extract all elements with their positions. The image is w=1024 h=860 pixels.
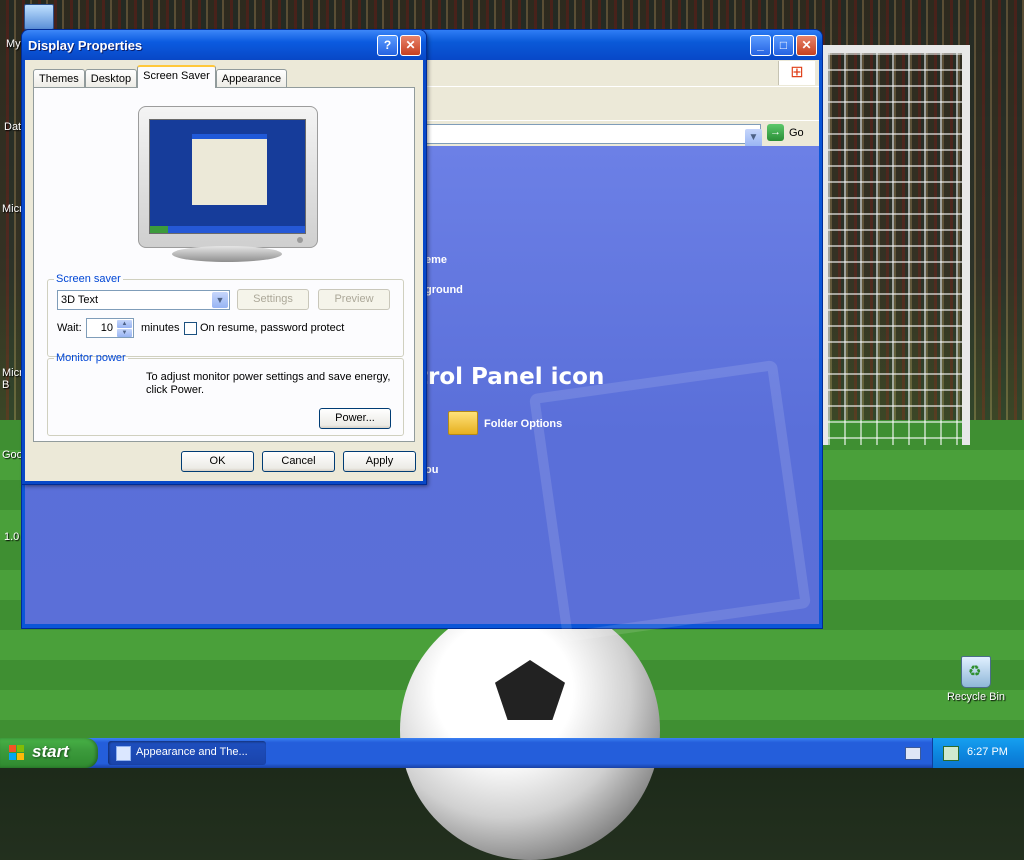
screen-saver-panel: Screen saver 3D Text ▼ Settings Preview … — [33, 87, 415, 442]
dialog-title: Display Properties — [28, 38, 143, 53]
preview-mini-start — [150, 226, 168, 233]
desktop-wallpaper-ball — [400, 600, 660, 860]
cancel-button[interactable]: Cancel — [262, 451, 335, 472]
monitor-stand — [172, 246, 282, 262]
ok-button[interactable]: OK — [181, 451, 254, 472]
dialog-body: Themes Desktop Screen Saver Appearance S… — [25, 60, 423, 481]
desktop-wallpaper-goal — [820, 45, 970, 445]
screen-saver-selected: 3D Text — [61, 294, 99, 306]
chevron-down-icon[interactable]: ▼ — [212, 292, 228, 308]
recycle-bin[interactable]: Recycle Bin — [944, 656, 1008, 703]
tab-screen-saver[interactable]: Screen Saver — [137, 65, 216, 88]
screen-saver-group-label: Screen saver — [56, 273, 121, 285]
task-link-partial[interactable]: ou — [425, 464, 438, 476]
go-label: Go — [789, 126, 804, 139]
task-link-theme[interactable]: eme — [425, 254, 447, 266]
maximize-button[interactable]: □ — [773, 35, 794, 56]
tab-strip: Themes Desktop Screen Saver Appearance — [33, 65, 288, 88]
power-button[interactable]: Power... — [319, 408, 391, 429]
task-link-background[interactable]: ground — [425, 284, 463, 296]
tab-appearance[interactable]: Appearance — [215, 69, 288, 88]
clock[interactable]: 6:27 PM — [967, 746, 1008, 758]
monitor-power-description: To adjust monitor power settings and sav… — [146, 371, 391, 396]
address-dropdown-icon[interactable]: ▼ — [745, 129, 762, 147]
wait-label: Wait: — [57, 322, 82, 334]
desktop-icon-label[interactable]: 1.0 — [4, 531, 19, 543]
tab-themes[interactable]: Themes — [33, 69, 85, 88]
monitor-power-led-icon — [297, 237, 303, 243]
dialog-title-bar[interactable]: Display Properties ? ✕ — [22, 30, 426, 60]
system-tray: 6:27 PM — [932, 738, 1024, 768]
wait-minutes-spinner[interactable]: 10 ▲ ▼ — [86, 318, 134, 338]
password-protect-label[interactable]: On resume, password protect — [200, 322, 344, 334]
taskbar-window-label: Appearance and The... — [136, 746, 248, 758]
windows-logo-icon: ⊞ — [778, 61, 815, 85]
recycle-bin-label: Recycle Bin — [946, 691, 1006, 703]
desktop-icon-label[interactable]: Dat — [4, 121, 21, 133]
start-label: start — [32, 742, 69, 761]
preview-mini-taskbar — [150, 226, 305, 233]
control-panel-icon — [116, 746, 131, 761]
display-properties-dialog: Display Properties ? ✕ Themes Desktop Sc… — [22, 30, 426, 484]
taskbar-window-button[interactable]: Appearance and The... — [108, 741, 266, 765]
wait-value: 10 — [100, 322, 113, 334]
desktop-icon-label[interactable]: My — [6, 38, 21, 50]
my-computer-icon[interactable] — [24, 4, 54, 30]
recycle-bin-icon — [961, 656, 991, 688]
control-panel-watermark-icon — [528, 359, 812, 643]
monitor-preview — [138, 106, 318, 248]
spinner-arrows-icon[interactable]: ▲ ▼ — [117, 320, 132, 337]
pick-control-panel-heading: trol Panel icon — [417, 364, 605, 390]
preview-button[interactable]: Preview — [318, 289, 390, 310]
windows-flag-icon — [9, 745, 26, 761]
password-protect-checkbox[interactable] — [184, 322, 197, 335]
network-icon[interactable] — [943, 746, 959, 761]
preview-mini-window — [192, 134, 267, 205]
folder-options-link[interactable]: Folder Options — [484, 418, 562, 430]
help-button[interactable]: ? — [377, 35, 398, 56]
tab-desktop[interactable]: Desktop — [84, 69, 138, 88]
explorer-close-button[interactable]: ✕ — [796, 35, 817, 56]
go-button[interactable]: → Go — [767, 124, 804, 141]
monitor-preview-screen — [149, 119, 306, 234]
taskbar: start Appearance and The... 6:27 PM — [0, 738, 1024, 768]
keyboard-icon[interactable] — [905, 747, 921, 760]
start-button[interactable]: start — [0, 738, 98, 768]
monitor-power-group-label: Monitor power — [56, 352, 126, 364]
desktop-icon-label[interactable]: Goo — [2, 449, 23, 461]
folder-options-icon[interactable] — [448, 411, 478, 435]
settings-button[interactable]: Settings — [237, 289, 309, 310]
go-arrow-icon: → — [767, 124, 784, 141]
dialog-close-button[interactable]: ✕ — [400, 35, 421, 56]
minutes-label: minutes — [141, 322, 180, 334]
screen-saver-select[interactable]: 3D Text ▼ — [57, 290, 230, 310]
screen-saver-group: Screen saver — [47, 273, 404, 357]
desktop-icon-label[interactable]: Micro B — [2, 367, 29, 391]
apply-button[interactable]: Apply — [343, 451, 416, 472]
minimize-button[interactable]: _ — [750, 35, 771, 56]
